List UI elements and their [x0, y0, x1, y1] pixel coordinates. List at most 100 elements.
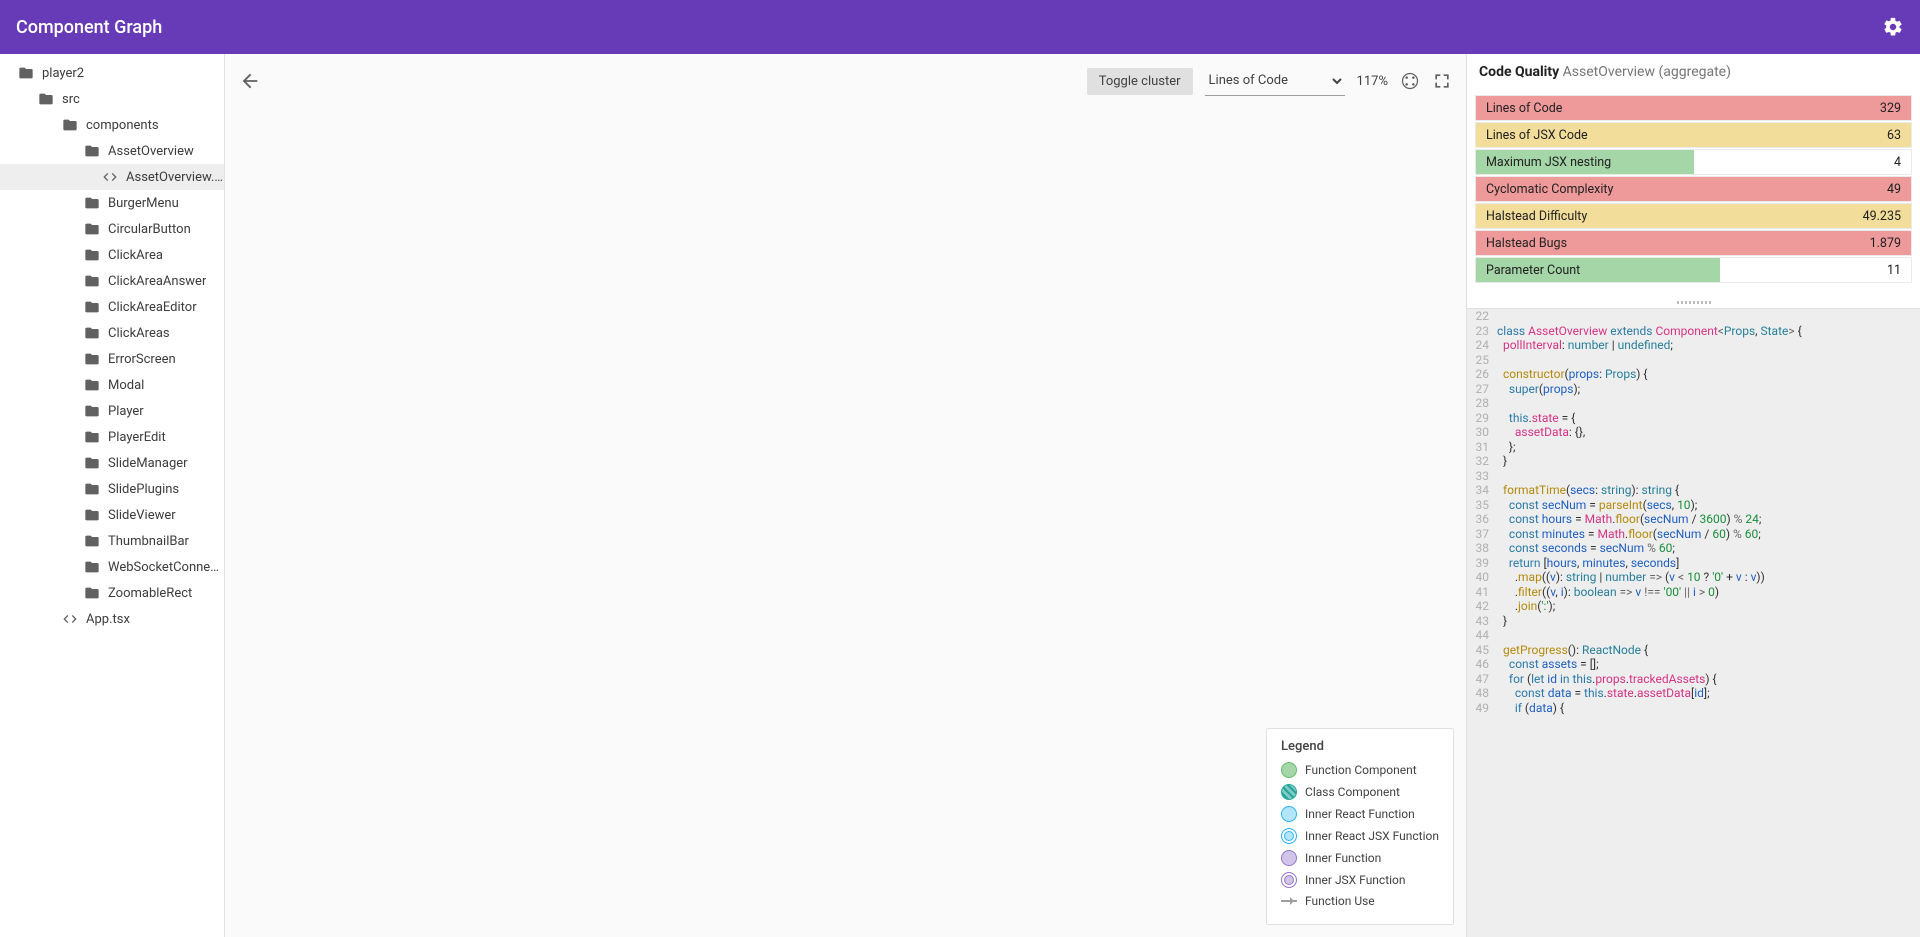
- back-icon[interactable]: [239, 70, 261, 92]
- tree-item[interactable]: ClickAreas: [0, 320, 224, 346]
- code-line: 37 const minutes = Math.floor(secNum / 6…: [1467, 527, 1920, 542]
- tree-item[interactable]: ClickAreaEditor: [0, 294, 224, 320]
- tree-item[interactable]: player2: [0, 60, 224, 86]
- code-line: 23class AssetOverview extends Component<…: [1467, 324, 1920, 339]
- metric-select[interactable]: Lines of Code: [1205, 66, 1345, 96]
- legend-row: Inner Function: [1281, 850, 1439, 866]
- code-line: 30 assetData: {},: [1467, 425, 1920, 440]
- metric-row: Lines of Code329: [1475, 95, 1912, 121]
- tree-item[interactable]: AssetOverview....: [0, 164, 224, 190]
- code-line: 32 }: [1467, 454, 1920, 469]
- app-title: Component Graph: [16, 17, 162, 38]
- metric-row: Lines of JSX Code63: [1475, 122, 1912, 148]
- pane-resize-handle[interactable]: [1467, 296, 1920, 308]
- graph-canvas[interactable]: Toggle cluster Lines of Code 117% AssetO…: [225, 54, 1466, 937]
- tree-label: components: [86, 118, 159, 133]
- tree-label: AssetOverview: [108, 144, 194, 159]
- legend-row: Inner React Function: [1281, 806, 1439, 822]
- tree-label: CircularButton: [108, 222, 191, 237]
- toggle-cluster-button[interactable]: Toggle cluster: [1087, 68, 1193, 95]
- code-line: 26 constructor(props: Props) {: [1467, 367, 1920, 382]
- code-line: 24 pollInterval: number | undefined;: [1467, 338, 1920, 353]
- tree-label: ZoomableRect: [108, 586, 192, 601]
- code-line: 36 const hours = Math.floor(secNum / 360…: [1467, 512, 1920, 527]
- tree-item[interactable]: ErrorScreen: [0, 346, 224, 372]
- tree-item[interactable]: ClickArea: [0, 242, 224, 268]
- tree-label: Player: [108, 404, 144, 419]
- code-line: 28: [1467, 396, 1920, 411]
- tree-item[interactable]: App.tsx: [0, 606, 224, 632]
- tree-item[interactable]: ClickAreaAnswer: [0, 268, 224, 294]
- metric-row: Halstead Bugs1.879: [1475, 230, 1912, 256]
- quality-header: Code Quality AssetOverview (aggregate): [1467, 54, 1920, 90]
- code-line: 22: [1467, 309, 1920, 324]
- legend: Legend Function Component Class Component…: [1266, 728, 1454, 925]
- tree-item[interactable]: SlideViewer: [0, 502, 224, 528]
- code-line: 42 .join(':');: [1467, 599, 1920, 614]
- code-line: 39 return [hours, minutes, seconds]: [1467, 556, 1920, 571]
- tree-item[interactable]: ThumbnailBar: [0, 528, 224, 554]
- code-line: 43 }: [1467, 614, 1920, 629]
- zoom-level: 117%: [1357, 74, 1388, 89]
- metric-row: Cyclomatic Complexity49: [1475, 176, 1912, 202]
- legend-title: Legend: [1281, 739, 1439, 754]
- legend-row: Inner React JSX Function: [1281, 828, 1439, 844]
- code-line: 29 this.state = {: [1467, 411, 1920, 426]
- tree-label: ClickAreas: [108, 326, 170, 341]
- code-line: 48 const data = this.state.assetData[id]…: [1467, 686, 1920, 701]
- metric-row: Maximum JSX nesting4: [1475, 149, 1912, 175]
- code-pane[interactable]: 2223class AssetOverview extends Componen…: [1467, 308, 1920, 937]
- legend-row: Function Use: [1281, 894, 1439, 908]
- metric-row: Parameter Count11: [1475, 257, 1912, 283]
- settings-icon[interactable]: [1882, 16, 1904, 38]
- code-line: 49 if (data) {: [1467, 701, 1920, 716]
- code-line: 33: [1467, 469, 1920, 484]
- graph-toolbar: Toggle cluster Lines of Code 117%: [239, 66, 1452, 96]
- tree-label: ThumbnailBar: [108, 534, 189, 549]
- tree-label: SlideViewer: [108, 508, 176, 523]
- tree-label: player2: [42, 66, 84, 81]
- tree-item[interactable]: SlidePlugins: [0, 476, 224, 502]
- tree-label: PlayerEdit: [108, 430, 166, 445]
- tree-item[interactable]: WebSocketConnecti...: [0, 554, 224, 580]
- fit-icon[interactable]: [1400, 71, 1420, 91]
- tree-label: SlideManager: [108, 456, 188, 471]
- legend-row: Function Component: [1281, 762, 1439, 778]
- tree-item[interactable]: BurgerMenu: [0, 190, 224, 216]
- tree-label: AssetOverview....: [126, 170, 224, 185]
- code-line: 34 formatTime(secs: string): string {: [1467, 483, 1920, 498]
- tree-label: ErrorScreen: [108, 352, 176, 367]
- tree-label: Modal: [108, 378, 144, 393]
- file-tree-sidebar[interactable]: player2 src components AssetOverview AssetOv…: [0, 54, 225, 937]
- tree-label: src: [62, 92, 80, 107]
- legend-row: Class Component: [1281, 784, 1439, 800]
- tree-item[interactable]: Modal: [0, 372, 224, 398]
- tree-item[interactable]: AssetOverview: [0, 138, 224, 164]
- tree-item[interactable]: components: [0, 112, 224, 138]
- tree-item[interactable]: Player: [0, 398, 224, 424]
- tree-item[interactable]: src: [0, 86, 224, 112]
- code-line: 40 .map((v): string | number => (v < 10 …: [1467, 570, 1920, 585]
- code-line: 38 const seconds = secNum % 60;: [1467, 541, 1920, 556]
- tree-label: WebSocketConnecti...: [108, 560, 224, 575]
- fullscreen-icon[interactable]: [1432, 71, 1452, 91]
- tree-label: ClickAreaAnswer: [108, 274, 206, 289]
- legend-row: Inner JSX Function: [1281, 872, 1439, 888]
- code-line: 31 };: [1467, 440, 1920, 455]
- code-line: 47 for (let id in this.props.trackedAsse…: [1467, 672, 1920, 687]
- tree-item[interactable]: PlayerEdit: [0, 424, 224, 450]
- tree-item[interactable]: SlideManager: [0, 450, 224, 476]
- tree-item[interactable]: CircularButton: [0, 216, 224, 242]
- tree-label: ClickAreaEditor: [108, 300, 197, 315]
- app-header: Component Graph: [0, 0, 1920, 54]
- quality-panel: Code Quality AssetOverview (aggregate) L…: [1466, 54, 1920, 937]
- code-line: 27 super(props);: [1467, 382, 1920, 397]
- code-line: 46 const assets = [];: [1467, 657, 1920, 672]
- tree-label: SlidePlugins: [108, 482, 179, 497]
- tree-label: App.tsx: [86, 612, 130, 627]
- code-line: 41 .filter((v, i): boolean => v !== '00'…: [1467, 585, 1920, 600]
- quality-metrics: Lines of Code329Lines of JSX Code63Maxim…: [1467, 90, 1920, 296]
- code-line: 44: [1467, 628, 1920, 643]
- tree-item[interactable]: ZoomableRect: [0, 580, 224, 606]
- tree-label: BurgerMenu: [108, 196, 179, 211]
